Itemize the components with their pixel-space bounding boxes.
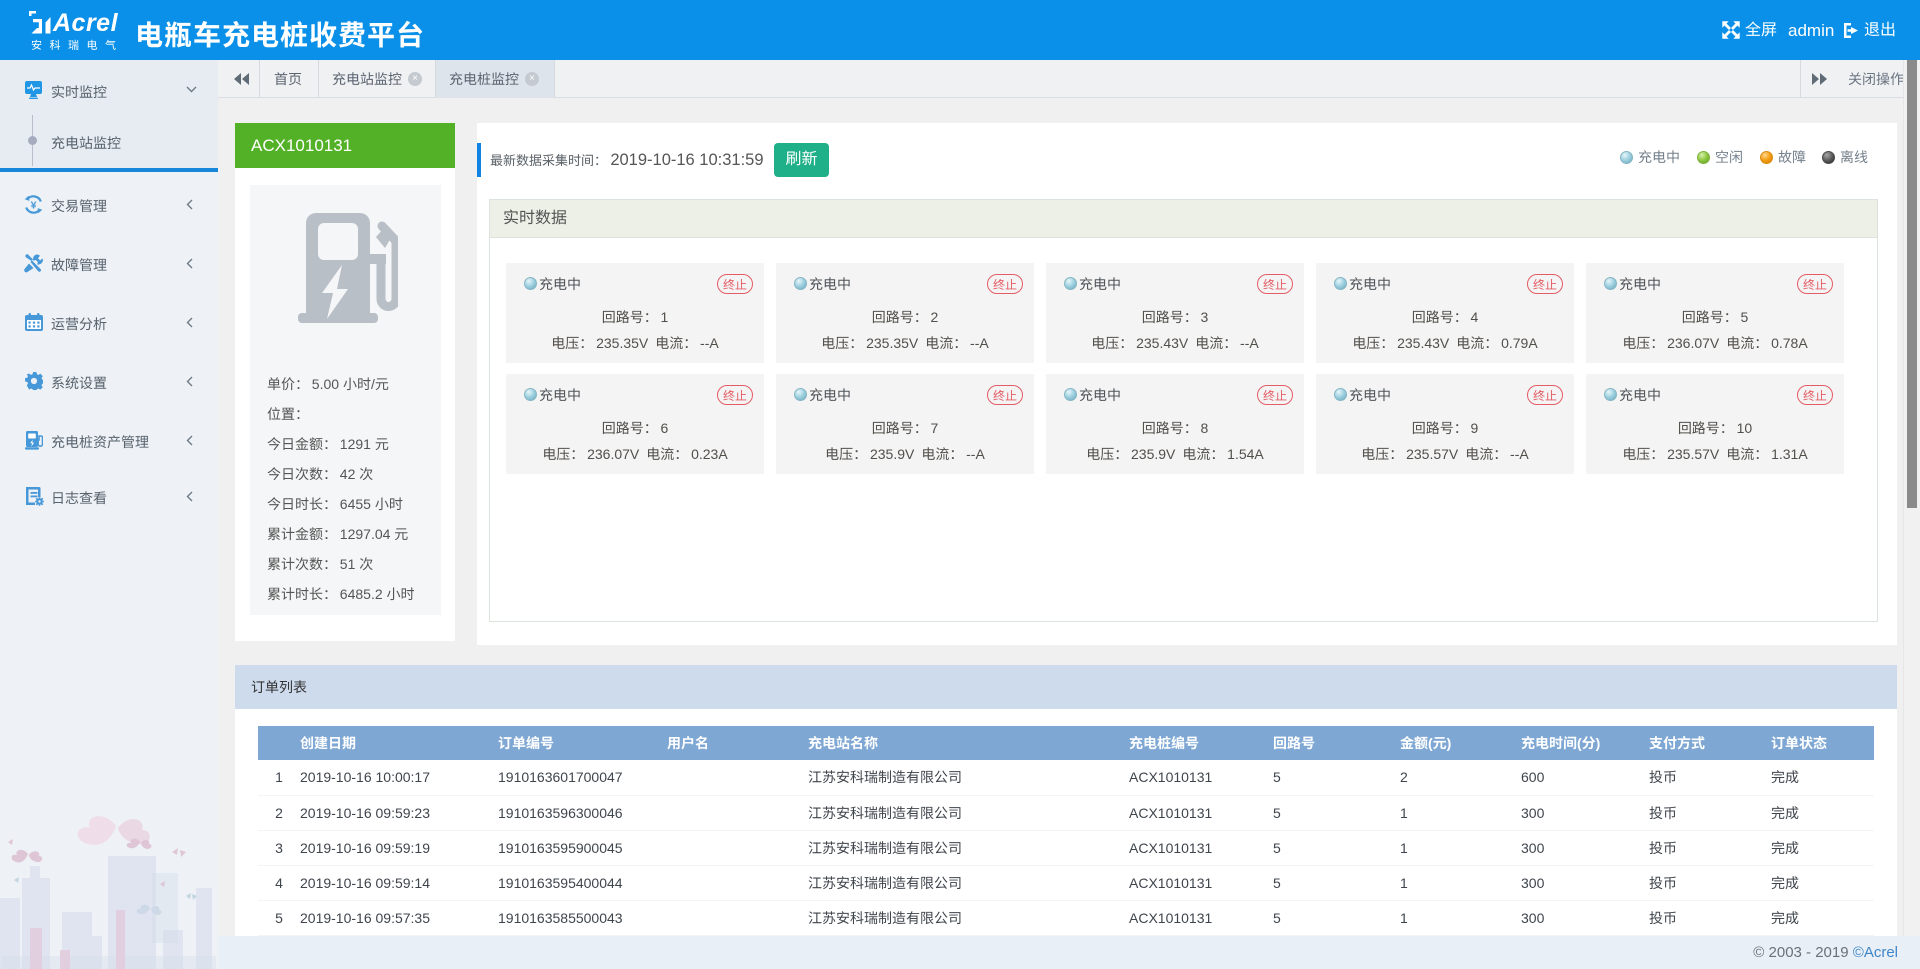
svg-text:¥: ¥ [31, 199, 37, 211]
